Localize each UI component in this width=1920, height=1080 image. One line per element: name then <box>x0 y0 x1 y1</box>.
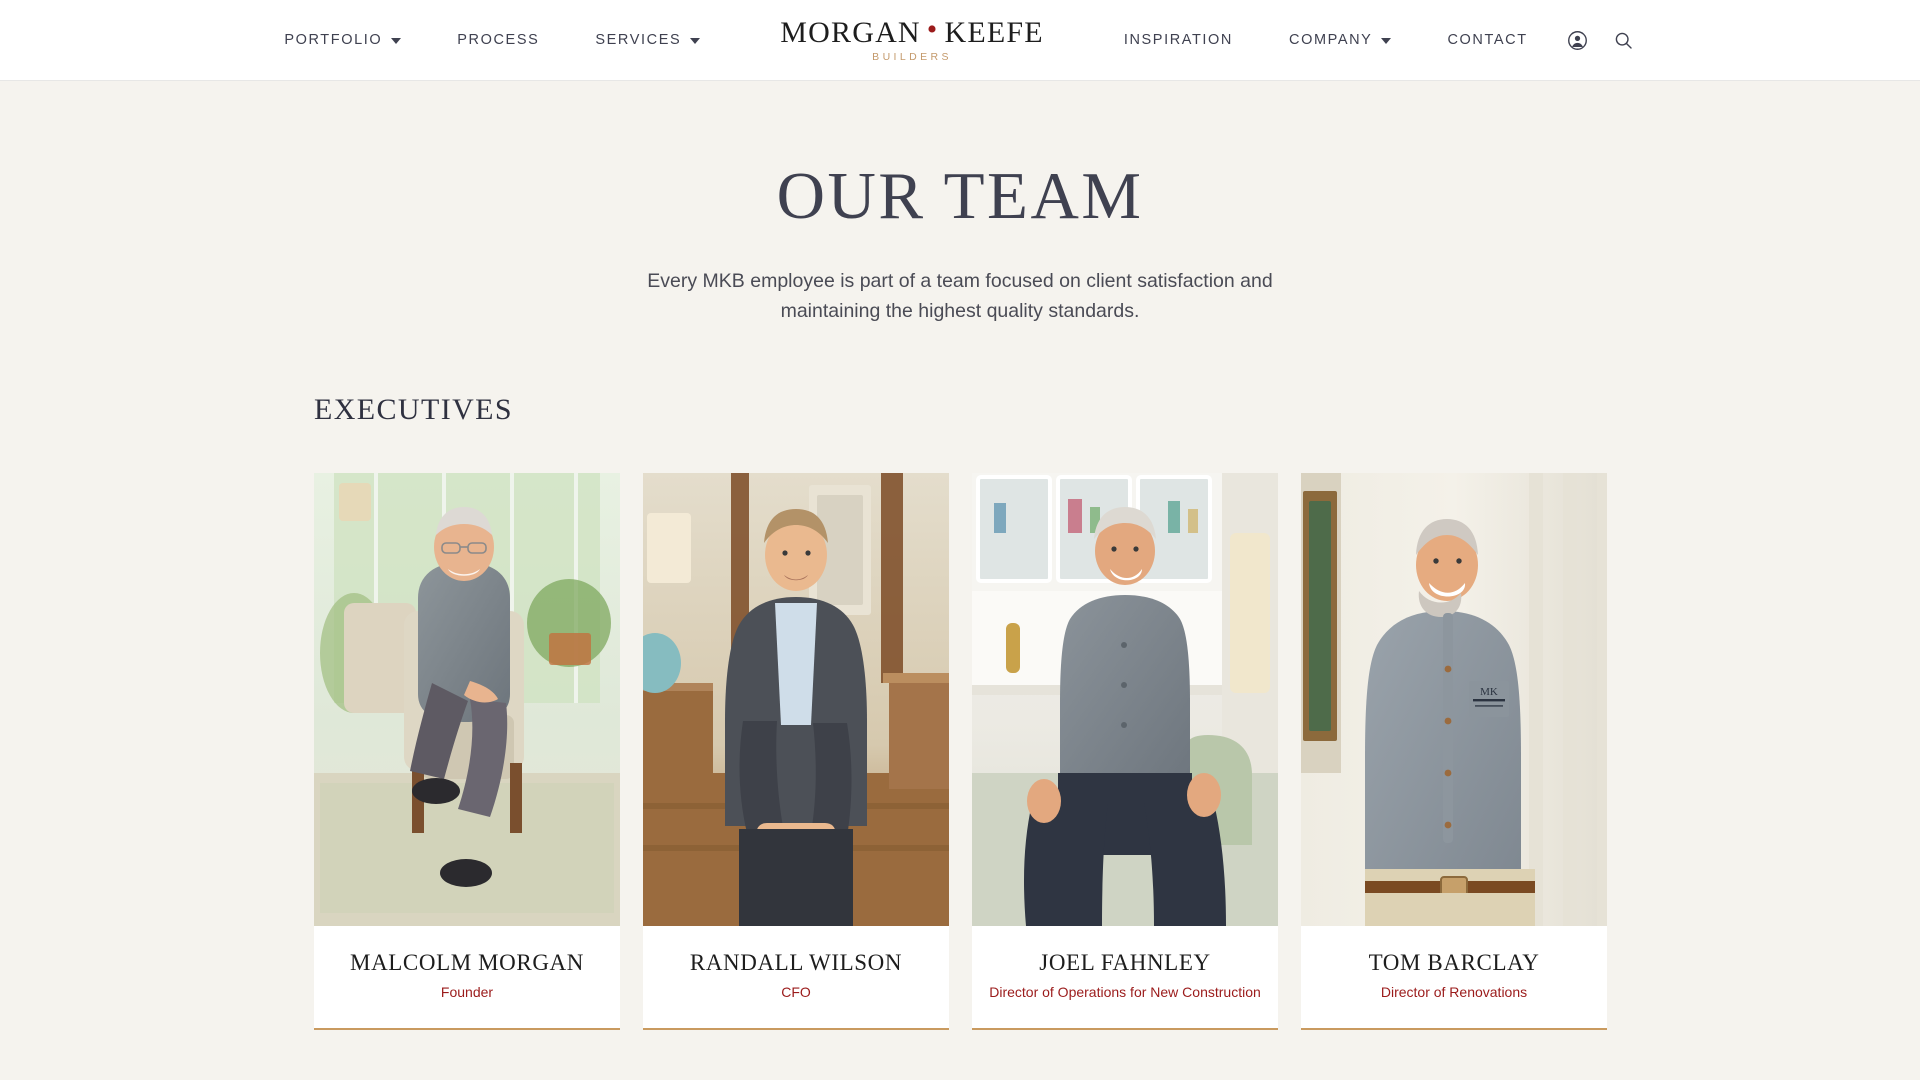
section-title-executives: EXECUTIVES <box>314 392 513 426</box>
account-icon[interactable] <box>1566 28 1590 52</box>
chevron-down-icon <box>690 38 701 44</box>
page-subtitle: Every MKB employee is part of a team foc… <box>647 270 1273 322</box>
search-icon[interactable] <box>1612 28 1636 52</box>
nav-item-label: COMPANY <box>1289 32 1373 48</box>
member-role: Director of Operations for New Construct… <box>989 984 1261 1001</box>
portrait-tom-barclay: MK <box>1301 472 1607 926</box>
nav-item-process[interactable]: PROCESS <box>457 32 539 48</box>
logo-tagline: BUILDERS <box>872 51 952 64</box>
header-icon-group <box>1566 28 1636 52</box>
nav-item-label: CONTACT <box>1447 32 1528 48</box>
nav-item-services[interactable]: SERVICES <box>595 32 701 48</box>
content-container: EXECUTIVES MALCOLM MORGAN Founder RANDAL… <box>314 392 1607 1031</box>
nav-item-portfolio[interactable]: PORTFOLIO <box>284 32 402 48</box>
team-member-caption: RANDALL WILSON CFO <box>643 925 949 1031</box>
member-role: Founder <box>440 984 494 1001</box>
member-role: Director of Renovations <box>1380 984 1528 1001</box>
nav-item-label: SERVICES <box>595 32 682 48</box>
site-header: PORTFOLIO PROCESS SERVICES MORGAN • KEEF… <box>0 0 1920 81</box>
site-logo[interactable]: MORGAN • KEEFE BUILDERS <box>758 13 1066 64</box>
page-body: OUR TEAM Every MKB employee is part of a… <box>0 81 1920 1031</box>
member-name: TOM BARCLAY <box>1368 949 1540 975</box>
team-member-caption: MALCOLM MORGAN Founder <box>314 925 620 1031</box>
primary-nav-left: PORTFOLIO PROCESS SERVICES <box>284 32 701 48</box>
nav-item-inspiration[interactable]: INSPIRATION <box>1124 32 1233 48</box>
primary-nav-right: INSPIRATION COMPANY CONTACT <box>1124 32 1528 48</box>
portrait-malcolm-morgan <box>314 472 620 926</box>
chevron-down-icon <box>391 38 402 44</box>
team-member-card[interactable]: RANDALL WILSON CFO <box>643 472 949 1031</box>
nav-item-label: PROCESS <box>457 32 540 48</box>
member-name: JOEL FAHNLEY <box>1039 949 1211 975</box>
team-member-card[interactable]: JOEL FAHNLEY Director of Operations for … <box>972 472 1278 1031</box>
portrait-joel-fahnley <box>972 472 1278 926</box>
team-member-caption: TOM BARCLAY Director of Renovations <box>1301 925 1607 1031</box>
logo-wordmark: MORGAN • KEEFE <box>780 13 1044 49</box>
team-member-card[interactable]: MALCOLM MORGAN Founder <box>314 472 620 1031</box>
logo-word-one: MORGAN <box>780 15 921 49</box>
member-name: MALCOLM MORGAN <box>350 949 584 975</box>
nav-item-company[interactable]: COMPANY <box>1289 32 1392 48</box>
member-role: CFO <box>781 984 811 1001</box>
page-title: OUR TEAM <box>776 159 1144 233</box>
logo-word-two: KEEFE <box>944 15 1044 49</box>
portrait-randall-wilson <box>643 472 949 926</box>
nav-item-contact[interactable]: CONTACT <box>1447 32 1527 48</box>
nav-item-label: INSPIRATION <box>1123 32 1234 48</box>
svg-text:MK: MK <box>1480 686 1498 698</box>
member-name: RANDALL WILSON <box>689 949 903 975</box>
team-grid: MALCOLM MORGAN Founder RANDALL WILSON CF… <box>314 472 1607 1031</box>
logo-separator-dot: • <box>926 13 939 47</box>
team-member-card[interactable]: MK TOM BARCLAY Director of Renovations <box>1301 472 1607 1031</box>
chevron-down-icon <box>1381 38 1392 44</box>
nav-item-label: PORTFOLIO <box>284 32 383 48</box>
team-member-caption: JOEL FAHNLEY Director of Operations for … <box>972 925 1278 1031</box>
